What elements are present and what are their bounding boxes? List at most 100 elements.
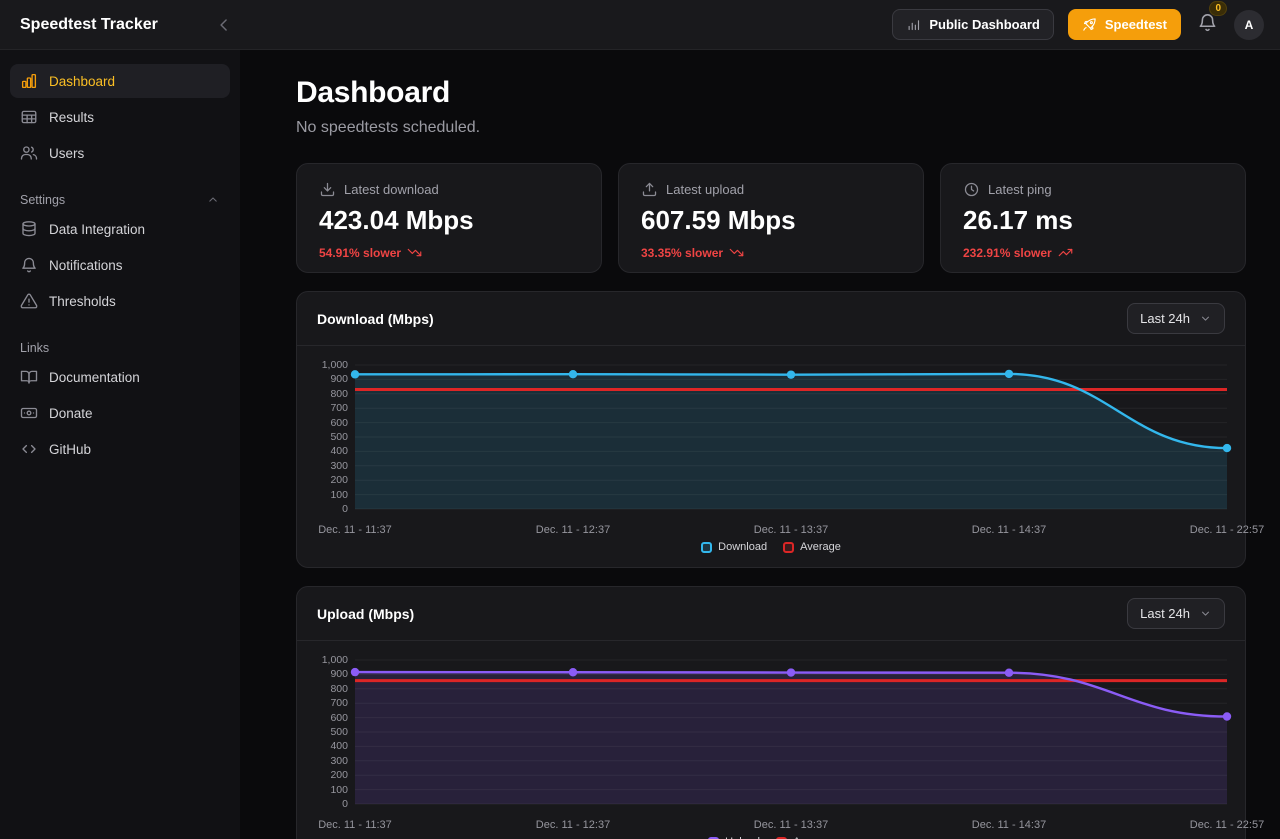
y-tick-label: 100 xyxy=(330,489,348,501)
bell-icon xyxy=(20,256,38,274)
sidebar-collapse-button[interactable] xyxy=(210,11,238,39)
stat-card-latest-upload: Latest upload 607.59 Mbps 33.35% slower xyxy=(618,163,924,273)
y-tick-label: 400 xyxy=(330,445,348,457)
y-tick-label: 700 xyxy=(330,402,348,414)
chart-header: Download (Mbps) Last 24h xyxy=(297,292,1245,346)
sidebar-item-thresholds[interactable]: Thresholds xyxy=(10,284,230,318)
app-title: Speedtest Tracker xyxy=(16,16,158,34)
sidebar-item-users[interactable]: Users xyxy=(10,136,230,170)
stat-change-label: 54.91% slower xyxy=(319,246,401,260)
upload-chart-card: Upload (Mbps)Last 24h0100200300400500600… xyxy=(296,586,1246,839)
x-tick-label: Dec. 11 - 22:57 xyxy=(1190,819,1264,831)
legend-item-download[interactable]: Download xyxy=(701,541,767,553)
speedtest-button[interactable]: Speedtest xyxy=(1068,9,1181,40)
sidebar-item-documentation[interactable]: Documentation xyxy=(10,360,230,394)
sidebar-item-label: Results xyxy=(49,110,94,125)
upload-tray-icon xyxy=(641,181,658,198)
stat-label: Latest download xyxy=(344,182,439,197)
sidebar-item-donate[interactable]: Donate xyxy=(10,396,230,430)
y-tick-label: 800 xyxy=(330,388,348,400)
stat-change: 33.35% slower xyxy=(641,245,901,260)
legend-item-average[interactable]: Average xyxy=(783,541,841,553)
notification-count-badge: 0 xyxy=(1209,1,1227,16)
y-tick-label: 300 xyxy=(330,460,348,472)
public-dashboard-button[interactable]: Public Dashboard xyxy=(892,9,1054,40)
users-icon xyxy=(20,144,38,162)
x-axis: Dec. 11 - 11:37 Dec. 11 - 12:37 Dec. 11 - … xyxy=(317,815,1225,834)
bar-chart-icon xyxy=(20,72,38,90)
stat-label: Latest upload xyxy=(666,182,744,197)
speedtest-label: Speedtest xyxy=(1105,18,1167,31)
y-tick-label: 1,000 xyxy=(322,359,348,371)
book-open-icon xyxy=(20,368,38,386)
stats-row: Latest download 423.04 Mbps 54.91% slower L… xyxy=(296,163,1246,273)
sidebar-item-results[interactable]: Results xyxy=(10,100,230,134)
stat-value: 423.04 Mbps xyxy=(319,205,579,236)
x-tick-label: Dec. 11 - 13:37 xyxy=(754,524,828,536)
x-tick-label: Dec. 11 - 12:37 xyxy=(536,524,610,536)
chart-title: Download (Mbps) xyxy=(317,311,434,327)
stat-card-header: Latest upload xyxy=(641,181,901,198)
download-range-select[interactable]: Last 24h xyxy=(1127,303,1225,334)
notifications-button[interactable]: 0 xyxy=(1195,10,1220,40)
y-tick-label: 200 xyxy=(330,769,348,781)
y-tick-label: 400 xyxy=(330,740,348,752)
stat-card-header: Latest download xyxy=(319,181,579,198)
stat-value: 26.17 ms xyxy=(963,205,1223,236)
legend-swatch xyxy=(783,542,794,553)
page-subtitle: No speedtests scheduled. xyxy=(296,119,1246,137)
avatar[interactable]: A xyxy=(1234,10,1264,40)
range-select-value: Last 24h xyxy=(1140,311,1190,326)
y-tick-label: 0 xyxy=(342,798,348,810)
sidebar-item-label: Users xyxy=(49,146,84,161)
sidebar: Dashboard Results Users SettingsData Integr… xyxy=(0,50,240,839)
chevron-up-icon xyxy=(206,193,220,207)
chevron-down-icon xyxy=(1199,312,1212,325)
legend-label: Average xyxy=(800,541,841,553)
y-tick-label: 500 xyxy=(330,431,348,443)
download-chart-plot xyxy=(355,359,1227,517)
charts-container: Download (Mbps) Last 24h 0 100 200 300 400 500 6… xyxy=(296,291,1246,839)
database-icon xyxy=(20,220,38,238)
stat-value: 607.59 Mbps xyxy=(641,205,901,236)
download-chart-card: Download (Mbps)Last 24h01002003004005006… xyxy=(296,291,1246,568)
sidebar-item-label: Dashboard xyxy=(49,74,115,89)
y-tick-label: 100 xyxy=(330,784,348,796)
chart-bars-icon xyxy=(906,17,921,32)
y-axis: 01002003004005006007008009001,000 xyxy=(317,359,355,517)
y-tick-label: 1,000 xyxy=(322,654,348,666)
x-tick-label: Dec. 11 - 11:37 xyxy=(318,819,392,831)
chart-legend: UploadAverage xyxy=(317,834,1225,839)
sidebar-item-dashboard[interactable]: Dashboard xyxy=(10,64,230,98)
upload-range-select[interactable]: Last 24h xyxy=(1127,598,1225,629)
y-tick-label: 800 xyxy=(330,683,348,695)
sidebar-item-data-integration[interactable]: Data Integration xyxy=(10,212,230,246)
stat-label: Latest ping xyxy=(988,182,1052,197)
table-icon xyxy=(20,108,38,126)
sidebar-item-label: Donate xyxy=(49,406,93,421)
stat-change: 232.91% slower xyxy=(963,245,1223,260)
chart-title: Upload (Mbps) xyxy=(317,606,414,622)
public-dashboard-label: Public Dashboard xyxy=(929,18,1040,31)
trending-up-icon xyxy=(1058,245,1073,260)
y-tick-label: 500 xyxy=(330,726,348,738)
x-tick-label: Dec. 11 - 12:37 xyxy=(536,819,610,831)
y-axis: 01002003004005006007008009001,000 xyxy=(317,654,355,812)
trending-down-icon xyxy=(729,245,744,260)
y-tick-label: 600 xyxy=(330,712,348,724)
sidebar-item-notifications[interactable]: Notifications xyxy=(10,248,230,282)
sidebar-item-label: Thresholds xyxy=(49,294,116,309)
y-tick-label: 900 xyxy=(330,668,348,680)
chevron-left-icon xyxy=(214,15,234,35)
x-tick-label: Dec. 11 - 11:37 xyxy=(318,524,392,536)
sidebar-section-links: Links xyxy=(10,334,230,360)
sidebar-section-settings[interactable]: Settings xyxy=(10,186,230,212)
sidebar-item-github[interactable]: GitHub xyxy=(10,432,230,466)
x-tick-label: Dec. 11 - 14:37 xyxy=(972,819,1046,831)
stat-change: 54.91% slower xyxy=(319,245,579,260)
x-tick-label: Dec. 11 - 22:57 xyxy=(1190,524,1264,536)
chart-header: Upload (Mbps) Last 24h xyxy=(297,587,1245,641)
stat-change-label: 232.91% slower xyxy=(963,246,1052,260)
stat-card-latest-ping: Latest ping 26.17 ms 232.91% slower xyxy=(940,163,1246,273)
upload-chart-plot xyxy=(355,654,1227,812)
